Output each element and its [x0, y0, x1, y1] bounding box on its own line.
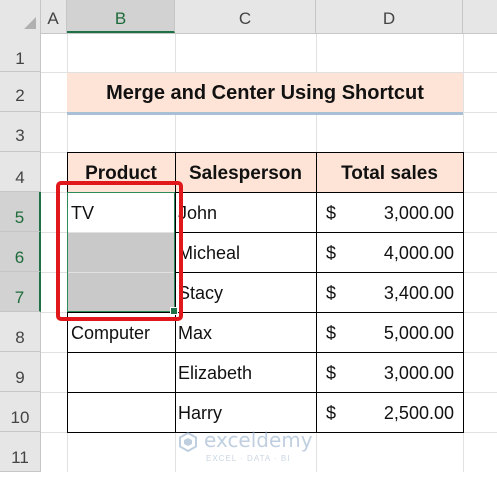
- select-all-triangle-icon: [24, 17, 36, 29]
- row-header-7[interactable]: 7: [0, 272, 41, 312]
- cell-salesperson-5[interactable]: Elizabeth: [178, 363, 252, 384]
- cell-amount-2[interactable]: 4,000.00: [360, 243, 454, 264]
- column-header-c[interactable]: C: [175, 0, 316, 33]
- row-header-10[interactable]: 10: [0, 392, 40, 432]
- watermark-name: exceldemy: [204, 428, 313, 452]
- row-header-1[interactable]: 1: [0, 33, 40, 72]
- column-header-b[interactable]: B: [67, 0, 175, 33]
- cell-amount-5[interactable]: 3,000.00: [360, 363, 454, 384]
- title-underline: [67, 112, 463, 115]
- cell-salesperson-4[interactable]: Max: [178, 323, 212, 344]
- header-salesperson[interactable]: Salesperson: [175, 152, 316, 192]
- row-header-2[interactable]: 2: [0, 72, 40, 112]
- table-border: [67, 352, 464, 353]
- cell-currency-3: $: [326, 283, 337, 303]
- row-header-5[interactable]: 5: [0, 192, 41, 232]
- cell-salesperson-1[interactable]: John: [178, 203, 217, 224]
- cell-amount-1[interactable]: 3,000.00: [360, 203, 454, 224]
- spreadsheet-grid: A B C D 1 2 3 4 5 6 7 8 9 10 11 Merge an…: [0, 0, 497, 472]
- table-border: [67, 152, 464, 153]
- table-border: [316, 152, 317, 433]
- header-total-sales[interactable]: Total sales: [316, 152, 463, 192]
- table-border: [463, 152, 464, 433]
- cell-currency-4: $: [326, 323, 337, 343]
- cell-currency-5: $: [326, 363, 337, 383]
- highlight-annotation-box: [56, 181, 183, 321]
- cell-currency-1: $: [326, 203, 337, 223]
- sheet-title[interactable]: Merge and Center Using Shortcut: [67, 73, 463, 112]
- watermark-logo: exceldemy EXCEL · DATA · BI: [178, 428, 348, 468]
- cell-amount-4[interactable]: 5,000.00: [360, 323, 454, 344]
- watermark-tagline: EXCEL · DATA · BI: [206, 454, 291, 463]
- cell-currency-2: $: [326, 243, 337, 263]
- row-header-8[interactable]: 8: [0, 312, 40, 352]
- column-header-d[interactable]: D: [316, 0, 463, 33]
- row-header-4[interactable]: 4: [0, 152, 40, 192]
- row-header-9[interactable]: 9: [0, 352, 40, 392]
- row-header-6[interactable]: 6: [0, 232, 41, 272]
- table-border: [175, 232, 464, 233]
- cell-amount-3[interactable]: 3,400.00: [360, 283, 454, 304]
- table-border: [67, 392, 464, 393]
- cell-salesperson-6[interactable]: Harry: [178, 403, 222, 424]
- cell-salesperson-3[interactable]: Stacy: [178, 283, 223, 304]
- row-header-11[interactable]: 11: [0, 432, 40, 472]
- cell-product-4[interactable]: Computer: [71, 323, 150, 344]
- exceldemy-logo-icon: [179, 432, 197, 452]
- row-header-3[interactable]: 3: [0, 112, 40, 152]
- cell-salesperson-2[interactable]: Micheal: [178, 243, 240, 264]
- select-all-corner[interactable]: [0, 0, 41, 33]
- cell-currency-6: $: [326, 403, 337, 423]
- cell-amount-6[interactable]: 2,500.00: [360, 403, 454, 424]
- table-border: [175, 272, 464, 273]
- column-header-a[interactable]: A: [40, 0, 67, 33]
